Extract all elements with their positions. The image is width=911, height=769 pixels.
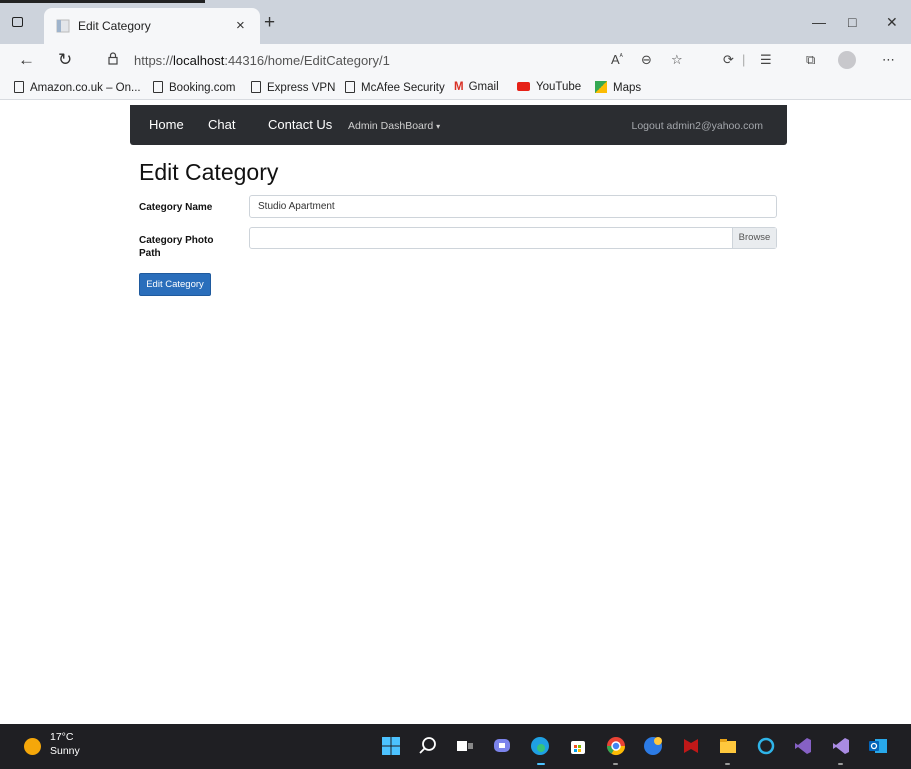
running-indicator	[613, 763, 618, 765]
profile-avatar[interactable]	[838, 51, 856, 69]
running-indicator	[838, 763, 843, 765]
address-bar-row: ← ↻ https://localhost:44316/home/EditCat…	[0, 44, 911, 76]
nav-chat-link[interactable]: Chat	[208, 117, 235, 132]
chrome-icon[interactable]	[606, 736, 626, 756]
task-view-icon[interactable]	[455, 736, 475, 756]
favorites-list-icon[interactable]: ☰	[760, 52, 772, 68]
titlebar-accent	[0, 0, 205, 3]
extensions-icon[interactable]: ⟳	[723, 52, 734, 68]
tab-actions-icon[interactable]	[12, 17, 23, 27]
nav-logout-link[interactable]: Logout admin2@yahoo.com	[632, 120, 764, 132]
zoom-icon[interactable]: ⊖	[641, 52, 652, 68]
bookmark-expressvpn[interactable]: Express VPN	[251, 81, 335, 94]
category-photo-file-input[interactable]: Browse	[249, 227, 777, 249]
windows-start-icon[interactable]	[381, 736, 401, 756]
page-icon	[14, 81, 24, 93]
gmail-icon: M	[454, 81, 464, 93]
help-app-icon[interactable]	[643, 736, 663, 756]
page-icon	[251, 81, 261, 93]
edit-category-button[interactable]: Edit Category	[139, 273, 211, 296]
visual-studio-preview-icon[interactable]	[831, 736, 851, 756]
collections-icon[interactable]: ⧉	[806, 52, 815, 68]
toolbar-divider: |	[742, 52, 746, 67]
page-title: Edit Category	[139, 159, 279, 185]
teams-chat-icon[interactable]	[492, 736, 512, 756]
microsoft-store-icon[interactable]	[568, 736, 588, 756]
weather-condition[interactable]: Sunny	[50, 745, 80, 757]
browser-tab[interactable]: Edit Category ×	[44, 8, 260, 44]
weather-temperature[interactable]: 17°C	[50, 731, 73, 743]
browser-titlebar: Edit Category × + — □ ✕	[0, 0, 911, 44]
maps-icon	[595, 81, 607, 93]
close-window-button[interactable]: ✕	[886, 14, 898, 31]
bookmarks-bar: Amazon.co.uk – On... Booking.com Express…	[0, 76, 911, 100]
back-arrow-icon[interactable]: ←	[18, 50, 35, 70]
site-navbar: Home Chat Contact Us Admin DashBoard ▾ L…	[130, 105, 787, 145]
bookmark-maps[interactable]: Maps	[595, 81, 641, 94]
bookmark-mcafee[interactable]: McAfee Security	[345, 81, 445, 94]
edge-browser-icon[interactable]	[530, 736, 550, 756]
nav-contact-link[interactable]: Contact Us	[268, 117, 332, 132]
active-app-indicator	[537, 763, 545, 765]
nav-admin-dropdown[interactable]: Admin DashBoard ▾	[348, 120, 440, 132]
cortana-icon[interactable]	[756, 736, 776, 756]
bookmark-gmail[interactable]: M Gmail	[454, 81, 499, 93]
category-photo-label: Category Photo Path	[139, 235, 214, 259]
search-icon[interactable]	[418, 736, 438, 756]
page-icon	[153, 81, 163, 93]
read-aloud-icon[interactable]: Aᴬ	[611, 52, 623, 67]
page-icon	[345, 81, 355, 93]
lock-icon	[108, 52, 118, 65]
running-indicator	[725, 763, 730, 765]
windows-taskbar: 17°C Sunny	[0, 724, 911, 769]
minimize-button[interactable]: —	[812, 14, 826, 30]
nav-home-link[interactable]: Home	[149, 117, 184, 132]
mcafee-icon[interactable]	[681, 736, 701, 756]
file-explorer-icon[interactable]	[718, 736, 738, 756]
new-tab-button[interactable]: +	[264, 13, 275, 32]
category-name-label: Category Name	[139, 202, 213, 213]
category-name-input[interactable]	[249, 195, 777, 218]
bookmark-booking[interactable]: Booking.com	[153, 81, 235, 94]
tab-title: Edit Category	[78, 19, 151, 33]
bookmark-youtube[interactable]: YouTube	[517, 81, 581, 93]
sun-icon[interactable]	[24, 738, 41, 755]
tab-close-icon[interactable]: ×	[236, 17, 245, 34]
browse-button[interactable]: Browse	[732, 228, 776, 248]
youtube-icon	[517, 82, 530, 91]
maximize-button[interactable]: □	[848, 14, 856, 30]
caret-down-icon: ▾	[436, 122, 441, 131]
page-favicon-icon	[56, 19, 70, 33]
refresh-icon[interactable]: ↻	[58, 50, 72, 70]
favorite-star-icon[interactable]: ☆	[671, 52, 683, 68]
visual-studio-icon[interactable]	[793, 736, 813, 756]
more-options-icon[interactable]: ⋯	[882, 52, 895, 68]
page-viewport: Home Chat Contact Us Admin DashBoard ▾ L…	[0, 101, 911, 724]
url-text: https://localhost:44316/home/EditCategor…	[134, 53, 390, 68]
bookmark-amazon[interactable]: Amazon.co.uk – On...	[14, 81, 141, 94]
outlook-icon[interactable]	[868, 736, 888, 756]
